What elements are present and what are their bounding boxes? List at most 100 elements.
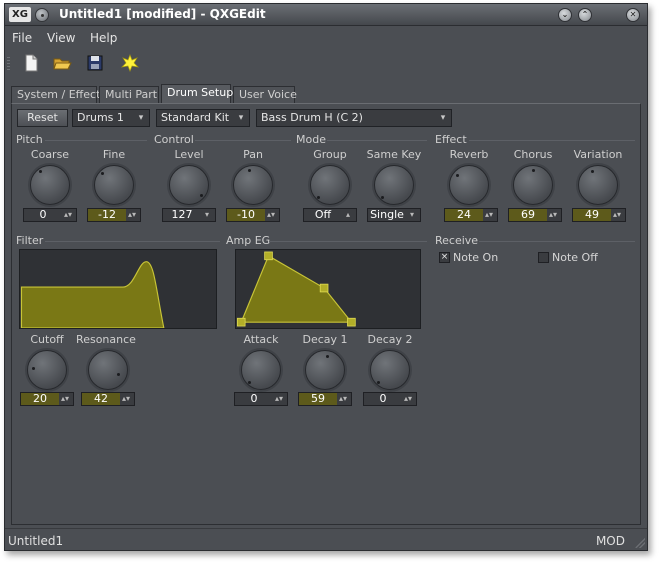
kit-select-value: Standard Kit: [161, 111, 230, 124]
tab-drum-setup[interactable]: Drum Setup: [161, 84, 233, 104]
chorus-knob[interactable]: [513, 165, 553, 205]
up-down-arrows-icon[interactable]: ▴▾: [611, 209, 623, 221]
tab-user-voice[interactable]: User Voice: [233, 86, 297, 103]
coarse-spinbox[interactable]: 0 ▴▾: [23, 208, 77, 222]
new-file-icon[interactable]: [21, 53, 41, 73]
resonance-spinbox[interactable]: 42 ▴▾: [81, 392, 135, 406]
attack-label: Attack: [243, 333, 279, 346]
toolbar-handle[interactable]: [7, 57, 10, 71]
eg-point-decay1[interactable]: [319, 283, 329, 293]
decay2-label: Decay 2: [367, 333, 413, 346]
receive-group-label: Receive: [435, 234, 479, 247]
decay1-knob[interactable]: [305, 350, 345, 390]
same-key-spinbox[interactable]: Single ▾: [367, 208, 421, 222]
reset-button[interactable]: Reset: [17, 109, 68, 127]
minimize-button[interactable]: ⌄: [558, 8, 572, 22]
eg-point-attack[interactable]: [264, 251, 273, 261]
reverb-value: 24: [445, 209, 483, 221]
pan-knob[interactable]: [233, 165, 273, 205]
variation-knob[interactable]: [578, 165, 618, 205]
resonance-knob[interactable]: [88, 350, 128, 390]
up-down-arrows-icon[interactable]: ▴▾: [59, 393, 71, 405]
group-spinbox[interactable]: Off ▴: [303, 208, 357, 222]
divider: [469, 140, 635, 141]
same-key-label: Same Key: [366, 148, 422, 161]
group-knob[interactable]: [310, 165, 350, 205]
up-down-arrows-icon[interactable]: ▴▾: [273, 393, 285, 405]
reverb-spinbox[interactable]: 24 ▴▾: [444, 208, 498, 222]
note-select-value: Bass Drum H (C 2): [261, 111, 363, 124]
close-button[interactable]: ✕: [626, 8, 640, 22]
open-folder-icon[interactable]: [52, 53, 72, 73]
coarse-label: Coarse: [30, 148, 70, 161]
resonance-label: Resonance: [76, 333, 136, 346]
note-on-label: Note On: [453, 251, 499, 264]
app-logo-icon: XG: [9, 7, 31, 22]
eg-point-decay2[interactable]: [347, 317, 356, 327]
decay2-knob[interactable]: [370, 350, 410, 390]
kit-select[interactable]: Standard Kit ▾: [156, 109, 250, 127]
chevron-down-icon[interactable]: ▾: [201, 209, 213, 221]
menu-view[interactable]: View: [47, 31, 75, 45]
amp-eg-graph[interactable]: [235, 249, 421, 329]
level-value: 127: [171, 208, 193, 221]
fine-knob[interactable]: [94, 165, 134, 205]
note-on-checkbox[interactable]: ×: [439, 252, 450, 263]
up-down-arrows-icon[interactable]: ▴▾: [337, 393, 349, 405]
chorus-label: Chorus: [513, 148, 553, 161]
attack-spinbox[interactable]: 0 ▴▾: [234, 392, 288, 406]
chevron-down-icon[interactable]: ▾: [406, 209, 418, 221]
resize-grip-icon[interactable]: [635, 538, 645, 548]
up-down-arrows-icon[interactable]: ▴▾: [120, 393, 132, 405]
part-select[interactable]: Drums 1 ▾: [72, 109, 150, 127]
eg-point-start[interactable]: [236, 317, 246, 327]
chorus-spinbox[interactable]: 69 ▴▾: [508, 208, 562, 222]
reverb-label: Reverb: [449, 148, 489, 161]
menu-file[interactable]: File: [12, 31, 32, 45]
tab-system-effect[interactable]: System / Effect: [11, 86, 100, 103]
decay2-spinbox[interactable]: 0 ▴▾: [363, 392, 417, 406]
up-down-arrows-icon[interactable]: ▴▾: [62, 209, 74, 221]
maximize-button[interactable]: ⌃: [578, 8, 592, 22]
level-knob[interactable]: [169, 165, 209, 205]
cutoff-knob[interactable]: [27, 350, 67, 390]
note-off-checkbox[interactable]: [538, 252, 549, 263]
menu-help[interactable]: Help: [90, 31, 117, 45]
variation-spinbox[interactable]: 49 ▴▾: [572, 208, 626, 222]
up-down-arrows-icon[interactable]: ▴▾: [483, 209, 495, 221]
decay1-spinbox[interactable]: 59 ▴▾: [298, 392, 352, 406]
tab-multi-part[interactable]: Multi Part: [99, 86, 159, 103]
pitch-group-label: Pitch: [16, 133, 43, 146]
effect-group-label: Effect: [435, 133, 467, 146]
fine-spinbox[interactable]: -12 ▴▾: [87, 208, 141, 222]
chevron-up-icon[interactable]: ▴: [342, 209, 354, 221]
amp-eg-group-label: Amp EG: [226, 234, 271, 247]
reverb-knob[interactable]: [449, 165, 489, 205]
group-label: Group: [313, 148, 347, 161]
attack-knob[interactable]: [241, 350, 281, 390]
cutoff-label: Cutoff: [30, 333, 64, 346]
toolbar: [5, 51, 647, 77]
filter-curve-graph[interactable]: [19, 249, 217, 329]
coarse-knob[interactable]: [30, 165, 70, 205]
chevron-down-icon: ▾: [138, 113, 144, 123]
up-down-arrows-icon[interactable]: ▴▾: [265, 209, 277, 221]
pan-spinbox[interactable]: -10 ▴▾: [226, 208, 280, 222]
mode-group-label: Mode: [296, 133, 326, 146]
part-select-value: Drums 1: [77, 111, 124, 124]
cutoff-spinbox[interactable]: 20 ▴▾: [20, 392, 74, 406]
title-bar[interactable]: XG Untitled1 [modified] - QXGEdit ⌄ ⌃ ✕: [5, 4, 647, 26]
chorus-value: 69: [509, 209, 547, 221]
same-key-knob[interactable]: [374, 165, 414, 205]
pin-icon[interactable]: [35, 8, 49, 22]
level-spinbox[interactable]: 127 ▾: [162, 208, 216, 222]
up-down-arrows-icon[interactable]: ▴▾: [126, 209, 138, 221]
up-down-arrows-icon[interactable]: ▴▾: [402, 393, 414, 405]
star-burst-icon[interactable]: [120, 53, 140, 73]
filter-group-label: Filter: [16, 234, 44, 247]
up-down-arrows-icon[interactable]: ▴▾: [547, 209, 559, 221]
status-bar: Untitled1 MOD: [5, 528, 647, 550]
save-icon[interactable]: [85, 53, 105, 73]
note-select[interactable]: Bass Drum H (C 2) ▾: [256, 109, 452, 127]
decay1-value: 59: [299, 393, 337, 405]
